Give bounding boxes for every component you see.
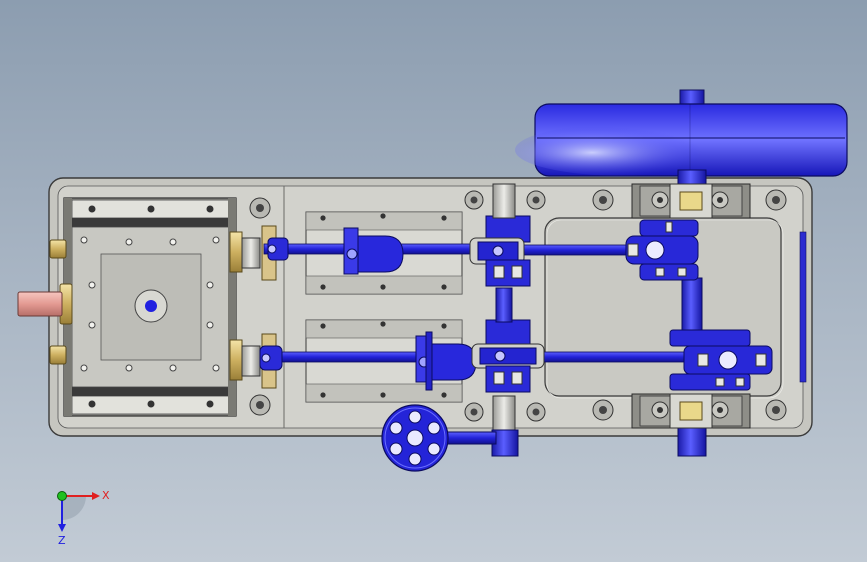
hole-icon	[592, 399, 614, 421]
hole-icon	[464, 402, 484, 422]
z-axis-label: Z	[58, 534, 66, 547]
hole-icon	[249, 394, 271, 416]
hole-icon	[249, 197, 271, 219]
y-axis-icon	[57, 491, 67, 501]
hole-icon	[765, 189, 787, 211]
steam-inlet-pipe[interactable]	[17, 291, 63, 317]
main-bearing-upper[interactable]	[631, 183, 751, 219]
cylinder-block[interactable]	[63, 197, 237, 417]
x-axis-label: X	[102, 489, 110, 502]
flywheel[interactable]	[515, 89, 848, 177]
coordinate-triad: X Z	[57, 489, 110, 547]
engine-assembly-drawing[interactable]: X Z	[0, 0, 867, 562]
hole-icon	[765, 399, 787, 421]
hole-icon	[464, 190, 484, 210]
hole-icon	[526, 402, 546, 422]
cad-viewport[interactable]: X Z	[0, 0, 867, 562]
hole-icon	[526, 190, 546, 210]
main-bearing-lower[interactable]	[631, 393, 751, 429]
hole-icon	[592, 189, 614, 211]
